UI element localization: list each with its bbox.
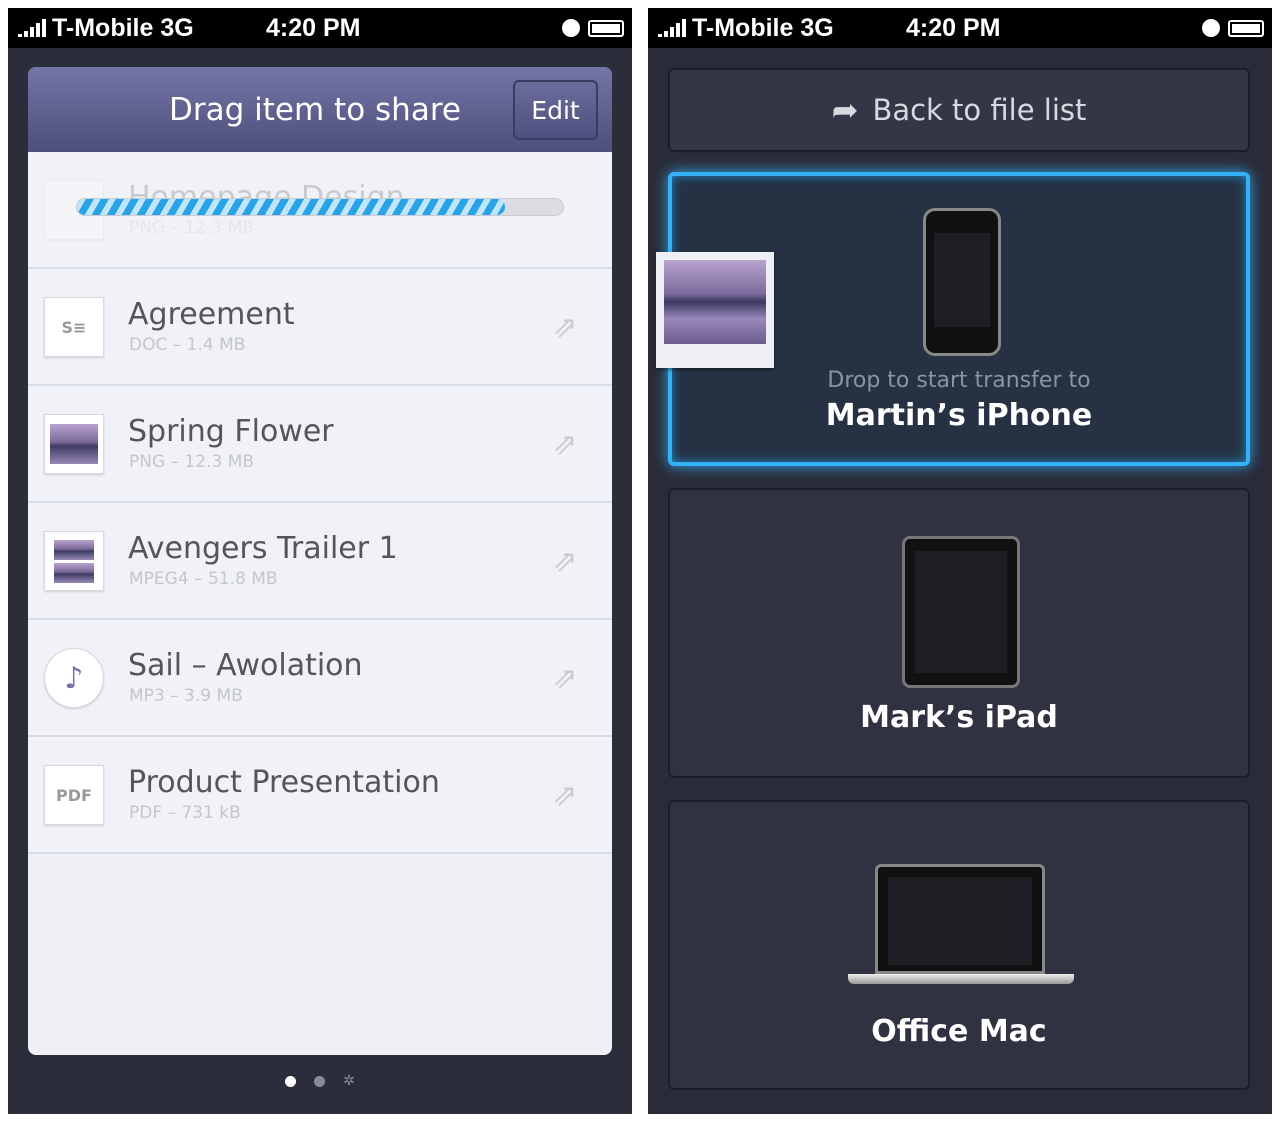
signal-icon [18,19,46,37]
battery-icon [588,19,624,37]
header: Drag item to share Edit [28,67,612,152]
dragged-image-thumbnail[interactable] [656,252,774,368]
device-name: Martin’s iPhone [825,398,1093,433]
progress-fill [77,199,505,215]
right-screen: T-Mobile 3G 4:20 PM ➦ Back to file list … [648,8,1272,1114]
alarm-icon [562,19,580,37]
left-screen: T-Mobile 3G 4:20 PM Drag item to share E… [8,8,632,1114]
pdf-icon: PDF [44,765,104,825]
device-name: Mark’s iPad [860,700,1058,735]
share-icon[interactable]: ⇗ [546,428,584,462]
share-icon[interactable]: ⇗ [546,545,584,579]
music-icon: ♪ [44,648,104,708]
file-meta: MP3 – 3.9 MB [129,686,243,706]
file-row[interactable]: Avengers Trailer 1 MPEG4 – 51.8 MB ⇗ [28,503,612,620]
video-icon [44,531,104,591]
image-icon [44,414,104,474]
share-icon[interactable]: ⇗ [546,311,584,345]
file-meta: PNG – 12.3 MB [129,218,255,238]
iphone-icon [923,208,1001,356]
alarm-icon [1202,19,1220,37]
device-marks-ipad[interactable]: Mark’s iPad [668,488,1250,778]
file-name: Sail – Awolation [128,648,363,683]
laptop-icon [875,864,1045,974]
page-title: Drag item to share [169,91,461,128]
status-bar: T-Mobile 3G 4:20 PM [648,8,1272,48]
back-label: Back to file list [872,93,1087,127]
file-meta: PDF – 731 kB [129,803,241,823]
page-indicator[interactable]: ✲ [8,1074,632,1088]
device-office-mac[interactable]: Office Mac [668,800,1250,1090]
ipad-icon [902,536,1020,688]
document-icon: S≡ [44,297,104,357]
file-meta: MPEG4 – 51.8 MB [129,569,278,589]
device-name: Office Mac [871,1014,1047,1049]
battery-icon [1228,19,1264,37]
file-name: Spring Flower [128,414,334,449]
file-name: Product Presentation [128,765,440,800]
upload-progress-bar [76,198,564,216]
clock-time: 4:20 PM [906,13,1001,42]
share-icon[interactable]: ⇗ [546,779,584,813]
laptop-base [848,974,1074,984]
file-name: Agreement [128,297,295,332]
page-dot[interactable] [314,1076,326,1087]
settings-page-icon[interactable]: ✲ [343,1074,355,1088]
carrier: T-Mobile 3G [692,13,834,42]
signal-icon [658,19,686,37]
edit-button[interactable]: Edit [513,80,598,140]
uploading-item: Homepage Design PNG – 12.3 MB [28,152,612,269]
back-to-file-list-button[interactable]: ➦ Back to file list [668,68,1250,152]
file-row[interactable]: PDF Product Presentation PDF – 731 kB ⇗ [28,737,612,854]
carrier: T-Mobile 3G [52,13,194,42]
page-dot-active[interactable] [285,1076,297,1087]
file-name: Avengers Trailer 1 [128,531,398,566]
forward-arrow-icon: ➦ [831,91,859,129]
share-icon[interactable]: ⇗ [546,662,584,696]
file-meta: PNG – 12.3 MB [129,452,255,472]
drop-prompt: Drop to start transfer to [827,368,1091,393]
clock-time: 4:20 PM [266,13,361,42]
status-bar: T-Mobile 3G 4:20 PM [8,8,632,48]
file-row[interactable]: S≡ Agreement DOC – 1.4 MB ⇗ [28,269,612,386]
file-row[interactable]: Spring Flower PNG – 12.3 MB ⇗ [28,386,612,503]
file-row[interactable]: ♪ Sail – Awolation MP3 – 3.9 MB ⇗ [28,620,612,737]
file-meta: DOC – 1.4 MB [129,335,246,355]
file-list-card: Drag item to share Edit Homepage Design … [28,67,612,1055]
